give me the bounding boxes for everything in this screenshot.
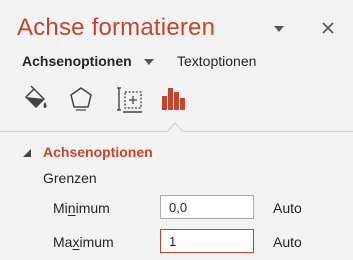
selected-tab-pointer [167,122,183,132]
minimum-label-pre: Mi [53,200,68,216]
maximum-auto-button[interactable]: Auto [273,234,302,250]
maximum-label-post: imum [79,234,114,250]
size-properties-icon[interactable] [115,84,145,114]
section-title: Achsenoptionen [43,144,153,160]
collapse-triangle-icon[interactable] [22,148,32,158]
bounds-heading: Grenzen [43,170,97,186]
maximum-label: Maximum [53,234,114,250]
chevron-down-icon[interactable] [143,58,155,66]
pentagon-icon[interactable] [66,84,96,114]
options-tab-row: Achsenoptionen Textoptionen [0,53,353,73]
minimum-label-post: imum [75,200,110,216]
close-icon[interactable] [320,20,336,36]
minimum-label: Minimum [53,200,110,216]
bar-chart-icon[interactable] [158,84,188,114]
maximum-input[interactable] [160,229,254,253]
icon-row-divider [0,118,353,132]
pane-title: Achse formatieren [17,14,216,41]
minimum-label-accelerator: n [67,200,76,216]
maximum-label-pre: Ma [53,234,73,250]
minimum-input[interactable] [160,195,254,219]
tab-text-options[interactable]: Textoptionen [177,53,256,69]
minimum-auto-button[interactable]: Auto [273,200,302,216]
paint-bucket-icon[interactable] [20,84,50,114]
pane-options-dropdown-icon[interactable] [272,24,286,34]
tab-axis-options[interactable]: Achsenoptionen [22,53,132,69]
